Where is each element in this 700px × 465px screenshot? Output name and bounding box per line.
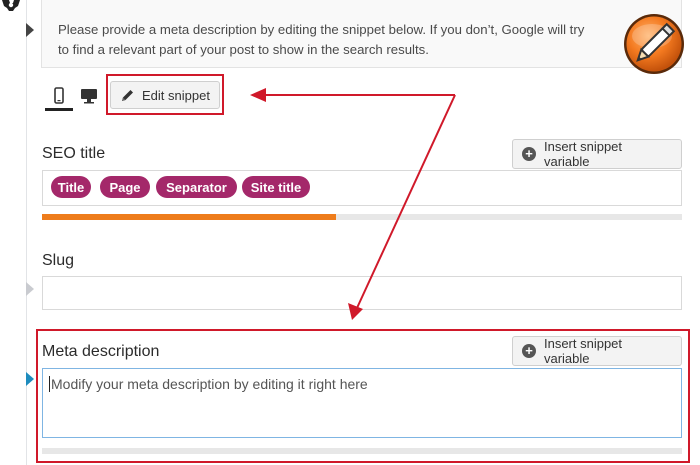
seo-title-progress-bar: [42, 214, 682, 220]
gear-icon[interactable]: [0, 0, 22, 12]
insert-variable-label: Insert snippet variable: [543, 139, 623, 169]
slug-input[interactable]: [42, 276, 682, 310]
variable-pill-title[interactable]: Title: [51, 176, 91, 198]
variable-pill-separator[interactable]: Separator: [156, 176, 237, 198]
seo-title-insert-variable-button[interactable]: + Insert snippet variable: [512, 139, 682, 169]
seo-title-progress-fill: [42, 214, 337, 220]
notice-line-2: to find a relevant part of your post to …: [58, 42, 429, 57]
yoast-logo: [624, 14, 684, 74]
collapse-arrow-icon[interactable]: [26, 372, 34, 386]
mobile-preview-button[interactable]: [45, 82, 73, 111]
slug-label: Slug: [42, 252, 75, 269]
notice-text: Please provide a meta description by edi…: [58, 20, 628, 60]
seo-title-editor[interactable]: Title Page Separator Site title: [42, 170, 682, 206]
notice-line-1: Please provide a meta description by edi…: [58, 22, 585, 37]
highlight-edit-snippet: [106, 74, 224, 115]
desktop-preview-button[interactable]: [75, 82, 103, 110]
seo-title-label: SEO title: [42, 145, 106, 162]
variable-pill-site-title[interactable]: Site title: [242, 176, 310, 198]
desktop-icon: [81, 89, 97, 104]
highlight-meta-description: [36, 329, 690, 463]
plus-circle-icon: +: [522, 147, 536, 161]
variable-pill-page[interactable]: Page: [100, 176, 150, 198]
admin-sidebar-edge: [0, 0, 27, 465]
meta-description-notice: Please provide a meta description by edi…: [41, 0, 682, 68]
mobile-icon: [54, 86, 64, 104]
collapse-arrow-icon[interactable]: [26, 23, 34, 37]
arrow-head-left: [250, 88, 266, 102]
preview-mode-switch: [43, 82, 103, 112]
collapse-arrow-icon[interactable]: [26, 282, 34, 296]
